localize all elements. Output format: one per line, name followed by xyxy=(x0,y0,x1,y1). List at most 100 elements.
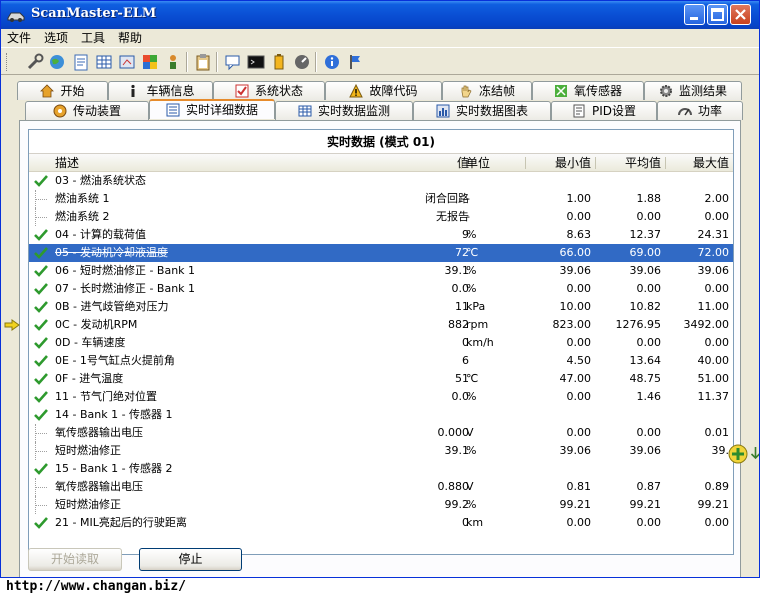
cell-max: 72.00 xyxy=(697,246,730,259)
menu-tools[interactable]: 工具 xyxy=(75,29,112,46)
sensor-icon xyxy=(554,85,567,97)
table-row[interactable]: 0B - 进气歧管绝对压力 11 kPa 10.00 10.82 11.00 xyxy=(29,298,733,316)
live-data-list[interactable]: 实时数据 (模式 01) 描述 值 单位 最小值 平均值 最大值 03 - 燃油… xyxy=(28,129,734,555)
tab-live-monitor[interactable]: 实时数据监测 xyxy=(275,101,413,120)
col-max[interactable]: 最大值 xyxy=(693,154,729,172)
grid-icon[interactable] xyxy=(94,52,114,72)
tab-label: 故障代码 xyxy=(369,84,418,98)
tab-transmission[interactable]: 传动装置 xyxy=(25,101,149,120)
cell-unit: % xyxy=(466,498,477,511)
table-row[interactable]: 氧传感器输出电压 0.880 V 0.81 0.87 0.89 xyxy=(29,478,733,496)
clipboard-icon[interactable] xyxy=(193,52,213,72)
check-icon xyxy=(34,265,48,277)
column-divider[interactable] xyxy=(525,157,526,169)
tab-pid-settings[interactable]: PID设置 xyxy=(551,101,657,120)
table-row[interactable]: 03 - 燃油系统状态 xyxy=(29,172,733,190)
add-plus-icon[interactable] xyxy=(728,444,748,464)
document-icon[interactable] xyxy=(71,52,91,72)
table-row[interactable]: 06 - 短时燃油修正 - Bank 1 39.1% 39.06 39.06 39.06 xyxy=(29,262,733,280)
gauge-icon[interactable] xyxy=(292,52,312,72)
cell-avg: 1276.95 xyxy=(615,318,662,331)
meter-icon[interactable] xyxy=(117,52,137,72)
cell-min: 47.00 xyxy=(559,372,592,385)
battery-icon[interactable] xyxy=(269,52,289,72)
table-row[interactable]: 14 - Bank 1 - 传感器 1 xyxy=(29,406,733,424)
tab-live-chart[interactable]: 实时数据图表 xyxy=(413,101,551,120)
cell-unit: - xyxy=(466,192,470,205)
table-row[interactable]: 短时燃油修正 39.1% 39.06 39.06 39. xyxy=(29,442,733,460)
tree-line xyxy=(35,487,47,488)
cell-max: 11.37 xyxy=(697,390,730,403)
toolbar xyxy=(1,47,759,75)
cell-min: 10.00 xyxy=(559,300,592,313)
cell-unit: % xyxy=(466,390,477,403)
table-row[interactable]: 07 - 长时燃油修正 - Bank 1 0.0% 0.00 0.00 0.00 xyxy=(29,280,733,298)
toolbar-grip[interactable] xyxy=(6,53,9,71)
cell-max: 0.00 xyxy=(704,210,730,223)
minimize-button[interactable] xyxy=(684,4,705,25)
maximize-button[interactable] xyxy=(707,4,728,25)
tab-system-status[interactable]: 系统状态 xyxy=(213,81,325,100)
cell-avg: 0.00 xyxy=(636,336,662,349)
maximize-icon xyxy=(711,8,724,21)
menu-help[interactable]: 帮助 xyxy=(112,29,149,46)
people-icon[interactable] xyxy=(163,52,183,72)
table-row[interactable]: 05 - 发动机冷却液温度 72 ℃ 66.00 69.00 72.00 xyxy=(29,244,733,262)
close-button[interactable] xyxy=(730,4,751,25)
menu-file[interactable]: 文件 xyxy=(1,29,38,46)
tab-freeze-frame[interactable]: 冻结帧 xyxy=(442,81,532,100)
cell-min: 0.00 xyxy=(566,282,592,295)
home-icon xyxy=(40,84,55,98)
stop-button[interactable]: 停止 xyxy=(139,548,242,571)
col-desc[interactable]: 描述 xyxy=(55,154,79,172)
tab-live-detail[interactable]: 实时详细数据 xyxy=(149,99,275,119)
tab-start[interactable]: 开始 xyxy=(17,81,108,100)
window-title: ScanMaster-ELM xyxy=(31,6,157,21)
cell-desc: 氧传感器输出电压 xyxy=(55,480,143,493)
table-row[interactable]: 氧传感器输出电压 0.000 V 0.00 0.00 0.01 xyxy=(29,424,733,442)
start-read-button[interactable]: 开始读取 xyxy=(28,548,122,571)
check-icon xyxy=(34,517,48,529)
table-row[interactable]: 0C - 发动机RPM 882 rpm 823.00 1276.95 3492.00 xyxy=(29,316,733,334)
globe-icon[interactable] xyxy=(47,52,67,72)
tab-vehicle-info[interactable]: 车辆信息 xyxy=(108,81,213,100)
title-bar[interactable]: ScanMaster-ELM xyxy=(1,1,759,29)
down-arrow-icon[interactable] xyxy=(750,446,760,460)
cell-avg: 99.21 xyxy=(629,498,662,511)
col-avg[interactable]: 平均值 xyxy=(625,154,661,172)
table-row[interactable]: 0F - 进气温度 51 ℃ 47.00 48.75 51.00 xyxy=(29,370,733,388)
tab-monitor-results[interactable]: 监测结果 xyxy=(644,81,742,100)
cell-desc: 07 - 长时燃油修正 - Bank 1 xyxy=(55,282,196,295)
info-icon[interactable] xyxy=(322,52,342,72)
table-row[interactable]: 11 - 节气门绝对位置 0.0% 0.00 1.46 11.37 xyxy=(29,388,733,406)
tab-label: 氧传感器 xyxy=(573,84,622,98)
menu-options[interactable]: 选项 xyxy=(38,29,75,46)
table-row[interactable]: 燃油系统 1 闭合回路 - 1.00 1.88 2.00 xyxy=(29,190,733,208)
tab-trouble-codes[interactable]: 故障代码 xyxy=(325,81,442,100)
table-row[interactable]: 21 - MIL亮起后的行驶距离 0 km 0.00 0.00 0.00 xyxy=(29,514,733,532)
col-min[interactable]: 最小值 xyxy=(555,154,591,172)
table-row[interactable]: 15 - Bank 1 - 传感器 2 xyxy=(29,460,733,478)
column-divider[interactable] xyxy=(665,157,666,169)
tab-power[interactable]: 功率 xyxy=(657,101,743,120)
table-row[interactable]: 短时燃油修正 99.2% 99.21 99.21 99.21 xyxy=(29,496,733,514)
tab-label: 实时数据监测 xyxy=(317,104,390,118)
cell-min: 39.06 xyxy=(559,264,592,277)
table-row[interactable]: 0D - 车辆速度 0 km/h 0.00 0.00 0.00 xyxy=(29,334,733,352)
table-row[interactable]: 燃油系统 2 无报告 - 0.00 0.00 0.00 xyxy=(29,208,733,226)
column-divider[interactable] xyxy=(595,157,596,169)
wrench-icon[interactable] xyxy=(25,52,45,72)
flag-icon[interactable] xyxy=(345,52,365,72)
cell-min: 0.00 xyxy=(566,390,592,403)
chat-icon[interactable] xyxy=(223,52,243,72)
cell-min: 66.00 xyxy=(559,246,592,259)
cell-desc: 14 - Bank 1 - 传感器 1 xyxy=(55,408,173,421)
tab-o2-sensor[interactable]: 氧传感器 xyxy=(532,81,644,100)
terminal-icon[interactable] xyxy=(246,52,266,72)
table-row[interactable]: 0E - 1号气缸点火提前角 6 4.50 13.64 40.00 xyxy=(29,352,733,370)
cell-avg: 0.00 xyxy=(636,516,662,529)
col-unit[interactable]: 单位 xyxy=(466,154,490,172)
column-divider[interactable] xyxy=(461,157,462,169)
table-row[interactable]: 04 - 计算的载荷值 9% 8.63 12.37 24.31 xyxy=(29,226,733,244)
chart-icon[interactable] xyxy=(140,52,160,72)
